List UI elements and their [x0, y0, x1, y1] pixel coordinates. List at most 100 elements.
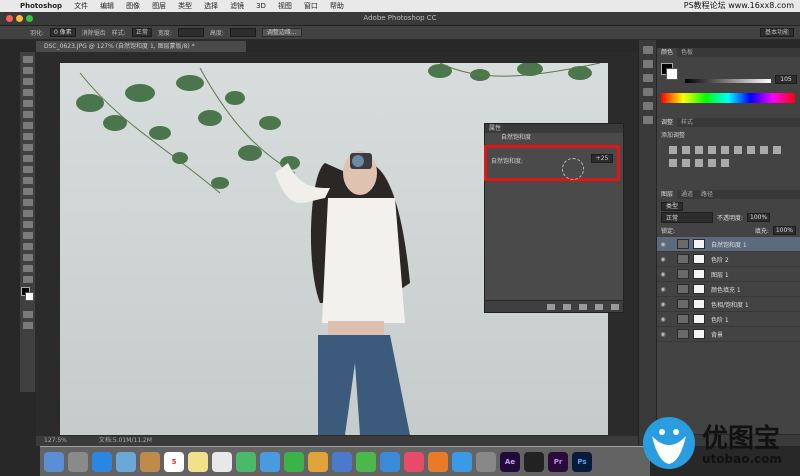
menu-window[interactable]: 窗口 [298, 1, 324, 11]
lasso-tool-icon[interactable] [22, 78, 33, 85]
pen-tool-icon[interactable] [22, 210, 33, 217]
k-slider[interactable] [685, 79, 771, 83]
gradient-tool-icon[interactable] [22, 177, 33, 184]
menu-help[interactable]: 帮助 [324, 1, 350, 11]
properties-icon[interactable] [642, 116, 653, 124]
paragraph-icon[interactable] [642, 102, 653, 110]
menu-edit[interactable]: 编辑 [94, 1, 120, 11]
color-balance-icon[interactable] [747, 146, 755, 154]
marquee-tool-icon[interactable] [22, 67, 33, 74]
layer-row[interactable]: ◉ 图层 1 [657, 267, 800, 282]
brightness-icon[interactable] [669, 146, 677, 154]
launchpad-icon[interactable] [68, 451, 88, 472]
layer-mask-thumbnail[interactable] [693, 284, 705, 294]
visibility-eye-icon[interactable]: ◉ [657, 256, 669, 263]
pages-icon[interactable] [380, 451, 400, 472]
layer-mask-thumbnail[interactable] [693, 314, 705, 324]
system-preferences-icon[interactable] [476, 451, 496, 472]
view-previous-icon[interactable] [563, 304, 571, 310]
clip-to-layer-icon[interactable] [547, 304, 555, 310]
blend-mode-select[interactable]: 正常 [661, 212, 713, 223]
tab-color[interactable]: 颜色 [657, 48, 678, 57]
visibility-eye-icon[interactable]: ◉ [657, 271, 669, 278]
notes-icon[interactable] [188, 451, 208, 472]
visibility-eye-icon[interactable]: ◉ [657, 331, 669, 338]
mail-icon[interactable] [116, 451, 136, 472]
layer-row[interactable]: ◉ 背景 [657, 327, 800, 342]
numbers-icon[interactable] [356, 451, 376, 472]
menu-select[interactable]: 选择 [198, 1, 224, 11]
feather-input[interactable]: 0 像素 [50, 28, 76, 37]
path-select-tool-icon[interactable] [22, 232, 33, 239]
app-store-icon[interactable] [452, 451, 472, 472]
menu-view[interactable]: 视图 [272, 1, 298, 11]
channel-mixer-icon[interactable] [669, 159, 677, 167]
k-value-input[interactable]: 105 [775, 75, 797, 84]
workspace-select[interactable]: 基本功能 [759, 28, 794, 37]
photo-filter-icon[interactable] [773, 146, 781, 154]
hue-saturation-icon[interactable] [734, 146, 742, 154]
layer-mask-thumbnail[interactable] [693, 329, 705, 339]
more-tools-icon[interactable] [22, 276, 33, 283]
tab-paths[interactable]: 路径 [697, 190, 717, 199]
contacts-icon[interactable] [140, 451, 160, 472]
history-icon[interactable] [642, 46, 653, 54]
layer-kind-filter[interactable]: 类型 [661, 202, 684, 211]
antialias-checkbox[interactable]: 消除锯齿 [82, 28, 106, 37]
itunes-icon[interactable] [404, 451, 424, 472]
layer-mask-thumbnail[interactable] [693, 254, 705, 264]
keynote-icon[interactable] [332, 451, 352, 472]
curves-icon[interactable] [695, 146, 703, 154]
document-tab[interactable]: DSC_0623.JPG @ 127% (自然饱和度 1, 图层蒙版/8) * [36, 41, 246, 52]
gradient-map-icon[interactable] [721, 159, 729, 167]
visibility-eye-icon[interactable]: ◉ [657, 301, 669, 308]
facetime-icon[interactable] [284, 451, 304, 472]
layer-row[interactable]: ◉ 颜色填充 1 [657, 282, 800, 297]
menu-3d[interactable]: 3D [250, 2, 272, 10]
tab-layers[interactable]: 图层 [657, 190, 678, 199]
exposure-icon[interactable] [708, 146, 716, 154]
premiere-icon[interactable]: Pr [548, 451, 568, 472]
visibility-eye-icon[interactable]: ◉ [657, 286, 669, 293]
zoom-readout[interactable]: 127.5% [44, 437, 67, 444]
layer-row[interactable]: ◉ 色阶 1 [657, 312, 800, 327]
menu-layer[interactable]: 图层 [146, 1, 172, 11]
layer-mask-thumbnail[interactable] [693, 299, 705, 309]
visibility-icon[interactable] [595, 304, 603, 310]
tab-styles[interactable]: 样式 [677, 118, 697, 127]
layer-mask-thumbnail[interactable] [693, 269, 705, 279]
delete-icon[interactable] [611, 304, 619, 310]
zoom-tool-icon[interactable] [22, 265, 33, 272]
quick-mask-icon[interactable] [22, 311, 33, 318]
actions-icon[interactable] [642, 60, 653, 68]
quicktime-icon[interactable] [524, 451, 544, 472]
type-tool-icon[interactable] [22, 221, 33, 228]
ibooks-icon[interactable] [428, 451, 448, 472]
reset-icon[interactable] [579, 304, 587, 310]
layer-row[interactable]: ◉ 色阶 2 [657, 252, 800, 267]
photos-icon[interactable] [308, 451, 328, 472]
menu-photoshop[interactable]: Photoshop [14, 2, 68, 10]
reminders-icon[interactable] [212, 451, 232, 472]
menu-filter[interactable]: 滤镜 [224, 1, 250, 11]
style-select[interactable]: 正常 [131, 28, 152, 37]
eyedropper-tool-icon[interactable] [22, 111, 33, 118]
info-icon[interactable] [642, 74, 653, 82]
after-effects-icon[interactable]: Ae [500, 451, 520, 472]
maps-icon[interactable] [236, 451, 256, 472]
background-color-icon[interactable] [25, 292, 34, 301]
move-tool-icon[interactable] [22, 56, 33, 63]
messages-icon[interactable] [260, 451, 280, 472]
threshold-icon[interactable] [708, 159, 716, 167]
invert-icon[interactable] [682, 159, 690, 167]
crop-tool-icon[interactable] [22, 100, 33, 107]
layer-row[interactable]: ◉ 自然饱和度 1 [657, 237, 800, 252]
stamp-tool-icon[interactable] [22, 144, 33, 151]
color-swatches[interactable] [20, 287, 35, 307]
calendar-icon[interactable]: 5 [164, 451, 184, 472]
healing-tool-icon[interactable] [22, 122, 33, 129]
character-icon[interactable] [642, 88, 653, 96]
finder-icon[interactable] [44, 451, 64, 472]
black-white-icon[interactable] [760, 146, 768, 154]
visibility-eye-icon[interactable]: ◉ [657, 241, 669, 248]
